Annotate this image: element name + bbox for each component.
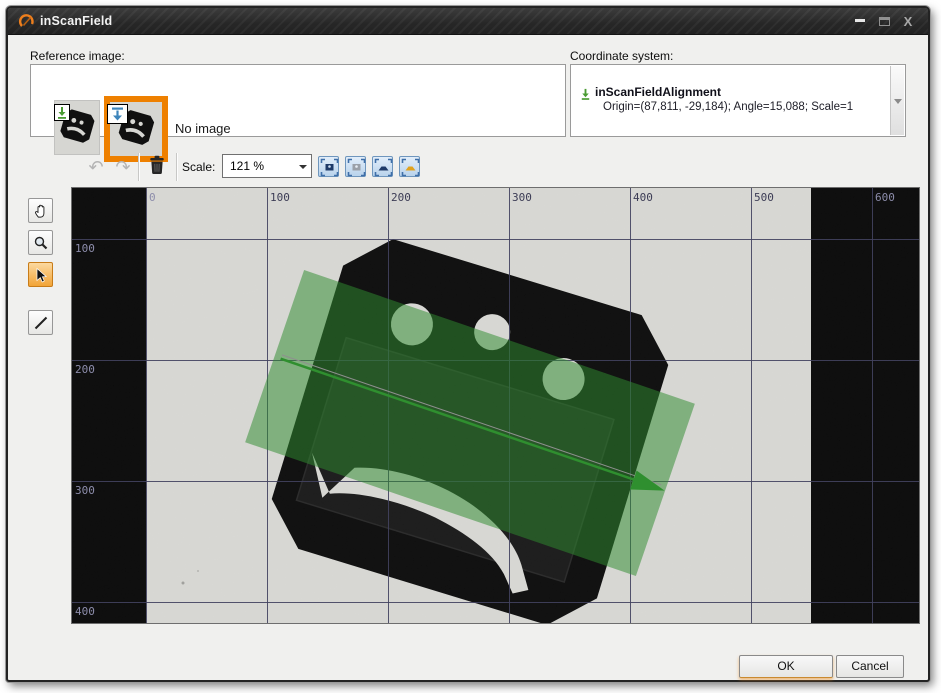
maximize-button[interactable]: [872, 8, 896, 35]
zoom-selection-button[interactable]: [372, 156, 393, 177]
toolbar-separator: [138, 153, 139, 181]
ok-button[interactable]: OK: [739, 655, 833, 678]
close-button[interactable]: X: [896, 8, 920, 35]
zoom-magnifier-tool[interactable]: [28, 230, 53, 255]
ruler-label-x400: 400: [633, 191, 653, 204]
scan-image-canvas[interactable]: 0 100 200 300 400 500 600 100 200 300 40…: [72, 188, 919, 623]
title-bar-texture: [8, 8, 928, 34]
zoom-100-button[interactable]: [345, 156, 366, 177]
alignment-green-icon: [579, 87, 592, 101]
coordinate-system-panel[interactable]: inScanFieldAlignment Origin=(87,811, -29…: [570, 64, 906, 137]
ruler-label-x500: 500: [754, 191, 774, 204]
coordinate-system-label: Coordinate system:: [570, 49, 673, 63]
reference-thumbnail-2-selected[interactable]: [104, 96, 168, 162]
select-arrow-tool[interactable]: [28, 262, 53, 287]
image-viewport[interactable]: 0 100 200 300 400 500 600 100 200 300 40…: [71, 187, 920, 624]
title-bar[interactable]: inScanField X: [8, 8, 928, 35]
delete-trash-icon[interactable]: [148, 154, 168, 178]
ruler-label-x200: 200: [391, 191, 411, 204]
cancel-button[interactable]: Cancel: [836, 655, 904, 678]
chevron-down-icon: [894, 99, 902, 104]
line-tool[interactable]: [28, 310, 53, 335]
reference-image-label: Reference image:: [30, 49, 125, 63]
ruler-label-y200: 200: [75, 363, 95, 376]
load-image-green-icon: [54, 104, 70, 121]
dialog-client-area: Reference image: Coordinate system:: [10, 36, 926, 678]
zoom-region-button[interactable]: [399, 156, 420, 177]
coordinate-system-name: inScanFieldAlignment: [595, 85, 721, 99]
dialog-window: inScanField X Reference image: Coordinat…: [6, 6, 930, 682]
window-title: inScanField: [40, 14, 112, 28]
ruler-label-x0: 0: [149, 191, 156, 204]
reference-image-panel: No image: [30, 64, 566, 137]
scale-combobox[interactable]: 121 %: [222, 154, 312, 178]
coordinate-dropdown[interactable]: [890, 66, 904, 135]
undo-icon[interactable]: ↶: [84, 156, 108, 180]
ruler-label-y400: 400: [75, 605, 95, 618]
ruler-label-x100: 100: [270, 191, 290, 204]
reference-thumbnail-1[interactable]: [54, 100, 100, 155]
scale-label: Scale:: [182, 160, 215, 174]
redo-icon[interactable]: ↷: [111, 156, 135, 180]
coordinate-system-details: Origin=(87,811, -29,184); Angle=15,088; …: [603, 101, 853, 113]
scale-value: 121 %: [230, 159, 264, 173]
minimize-button[interactable]: [848, 8, 872, 35]
zoom-fit-button[interactable]: [318, 156, 339, 177]
ruler-label-x300: 300: [512, 191, 532, 204]
ruler-label-y300: 300: [75, 484, 95, 497]
no-image-text: No image: [175, 121, 231, 136]
pan-hand-tool[interactable]: [28, 198, 53, 223]
import-image-blue-icon: [107, 104, 128, 124]
ruler-label-x600: 600: [875, 191, 895, 204]
ruler-label-y100: 100: [75, 242, 95, 255]
toolbar-separator: [176, 153, 177, 181]
app-gauge-icon: [18, 13, 35, 30]
chevron-down-icon: [299, 165, 307, 169]
